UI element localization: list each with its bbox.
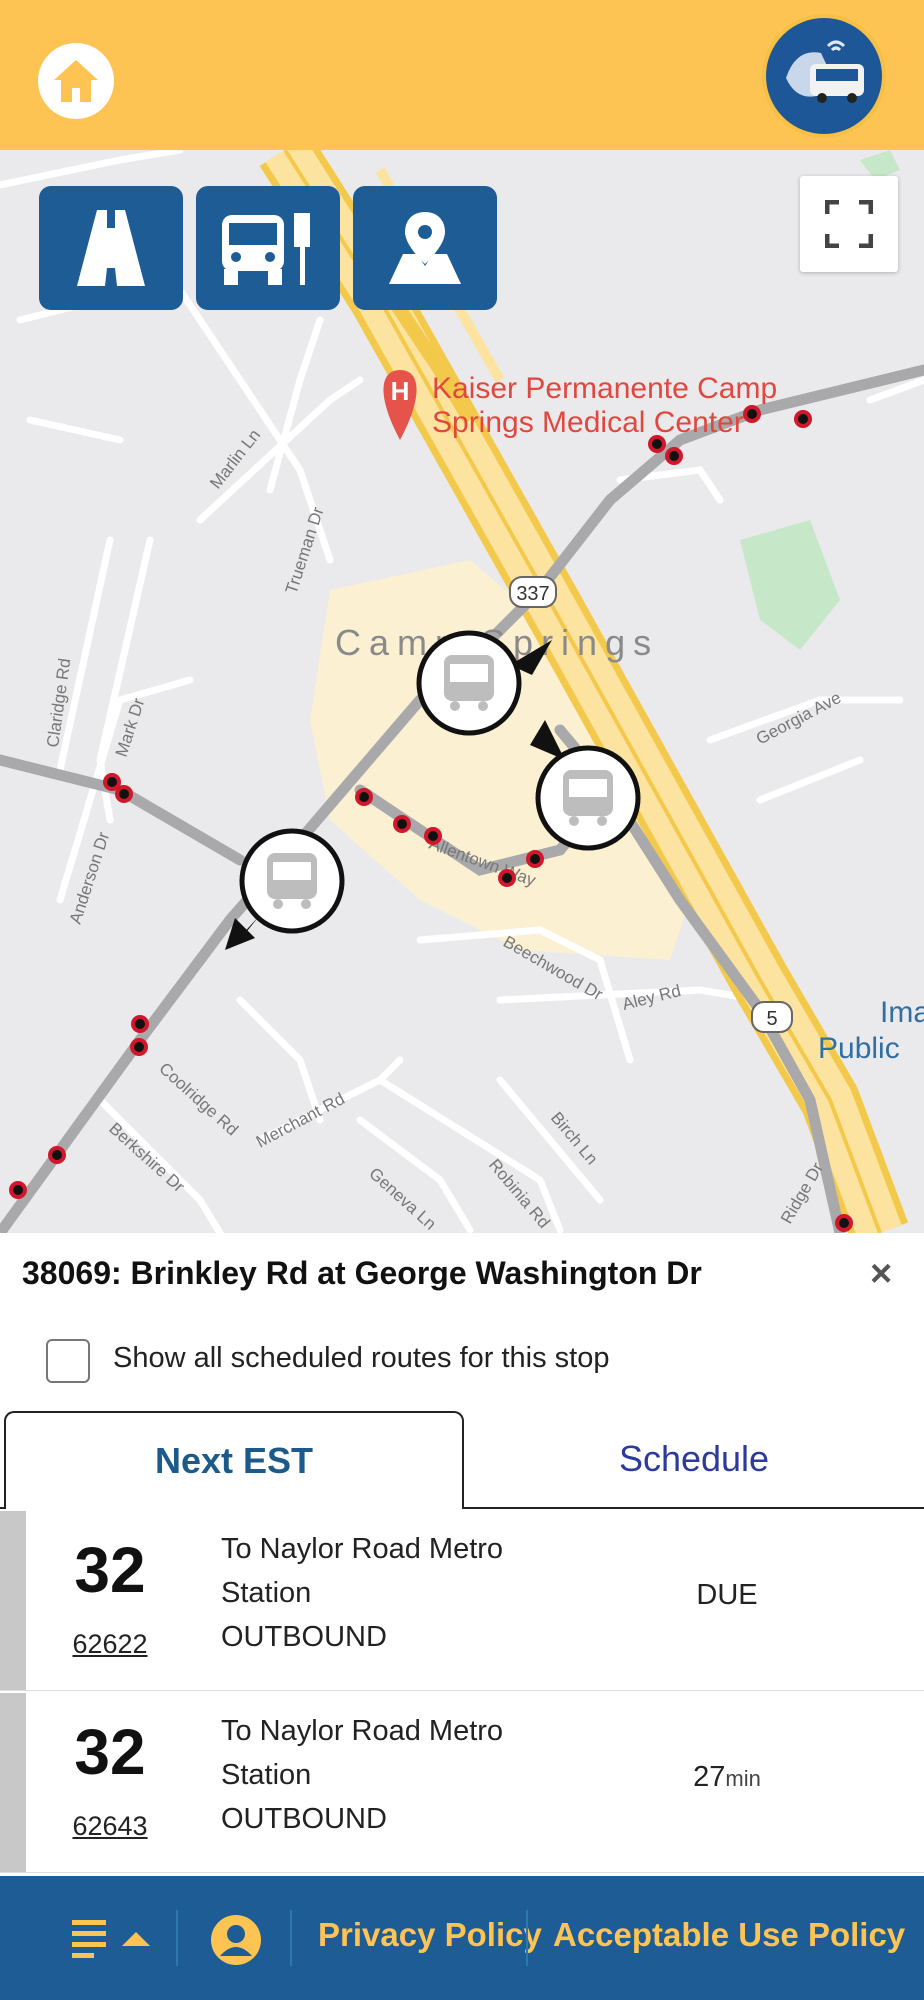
arrival-tabs: Next EST Schedule [0, 1411, 924, 1509]
svg-text:Anderson Dr: Anderson Dr [66, 829, 114, 926]
layer-road-button[interactable] [39, 186, 183, 310]
route-shield-5: 5 [751, 1001, 793, 1033]
footer-divider [290, 1910, 292, 1966]
arrival-row[interactable]: 32 62643 To Naylor Road Metro Station OU… [0, 1693, 924, 1873]
stop-panel: 38069: Brinkley Rd at George Washington … [0, 1233, 924, 1876]
route-number: 32 [74, 1716, 146, 1788]
svg-text:Ridge Dr: Ridge Dr [777, 1159, 827, 1227]
layer-map-marker-button[interactable] [353, 186, 497, 310]
svg-text:Birch Ln: Birch Ln [547, 1108, 602, 1168]
map-canvas[interactable]: 337 5 H Kaiser Permanente Camp Springs M… [0, 150, 924, 1233]
destination-line1: To Naylor Road Metro [221, 1533, 504, 1565]
eta: DUE [627, 1579, 827, 1612]
destination: To Naylor Road Metro Station OUTBOUND [221, 1709, 601, 1841]
county-logo[interactable] [762, 14, 886, 138]
poi-label-line2: Springs Medical Center [432, 406, 744, 439]
svg-text:H: H [391, 376, 410, 406]
eta: 27min [627, 1761, 827, 1794]
home-icon [54, 60, 98, 102]
svg-text:Aley Rd: Aley Rd [620, 981, 682, 1014]
footer-divider [176, 1910, 178, 1966]
svg-text:Trueman Dr: Trueman Dr [282, 504, 328, 596]
close-panel-button[interactable]: × [870, 1253, 892, 1296]
show-all-routes-checkbox[interactable] [46, 1339, 90, 1383]
bus-stop-icon [222, 213, 310, 285]
svg-text:Coolridge Rd: Coolridge Rd [155, 1059, 241, 1140]
user-icon [211, 1915, 261, 1965]
route-number: 32 [74, 1534, 146, 1606]
show-all-routes-label[interactable]: Show all scheduled routes for this stop [113, 1342, 610, 1375]
route-color-bar [0, 1693, 26, 1872]
stop-title: 38069: Brinkley Rd at George Washington … [22, 1255, 702, 1291]
ima-label: Ima [880, 996, 924, 1029]
menu-button[interactable] [70, 1914, 154, 1964]
bus-logo-icon [768, 20, 880, 132]
destination: To Naylor Road Metro Station OUTBOUND [221, 1527, 601, 1659]
svg-text:Merchant Rd: Merchant Rd [253, 1089, 348, 1151]
svg-text:5: 5 [766, 1008, 777, 1030]
menu-icon [72, 1920, 106, 1958]
eta-value: DUE [696, 1579, 758, 1611]
map-marker-icon [389, 212, 461, 284]
poi-label-line1: Kaiser Permanente Camp [432, 372, 777, 405]
bus-vehicle-marker[interactable] [225, 828, 345, 950]
svg-text:Marlin Ln: Marlin Ln [206, 426, 264, 493]
acceptable-use-policy-link[interactable]: Acceptable Use Policy [553, 1916, 905, 1954]
app-footer: Privacy Policy Acceptable Use Policy [0, 1876, 924, 2000]
chevron-up-icon [122, 1932, 150, 1946]
arrival-row[interactable]: 32 62622 To Naylor Road Metro Station OU… [0, 1511, 924, 1691]
route-map[interactable]: 337 5 H Kaiser Permanente Camp Springs M… [0, 150, 924, 1233]
fullscreen-button[interactable] [800, 176, 898, 272]
layer-bus-stop-button[interactable] [196, 186, 340, 310]
eta-unit: min [725, 1766, 761, 1791]
destination-line1: To Naylor Road Metro [221, 1715, 504, 1747]
tab-next-est[interactable]: Next EST [4, 1411, 464, 1509]
privacy-policy-link[interactable]: Privacy Policy [318, 1916, 542, 1954]
tab-schedule[interactable]: Schedule [464, 1411, 924, 1507]
destination-line2: Station [221, 1759, 312, 1791]
road-icon [77, 210, 145, 286]
app-header [0, 0, 924, 150]
destination-line2: Station [221, 1577, 312, 1609]
public-label: Public [818, 1032, 900, 1065]
vehicle-id-link[interactable]: 62643 [40, 1811, 180, 1842]
footer-divider [526, 1910, 528, 1966]
eta-value: 27 [693, 1761, 726, 1793]
route-color-bar [0, 1511, 26, 1690]
fullscreen-icon [825, 200, 873, 248]
home-button[interactable] [38, 43, 114, 119]
direction: OUTBOUND [221, 1803, 387, 1835]
vehicle-id-link[interactable]: 62622 [40, 1629, 180, 1660]
svg-text:Berkshire Dr: Berkshire Dr [105, 1119, 188, 1197]
svg-text:337: 337 [516, 583, 549, 605]
route-shield-337: 337 [509, 576, 557, 608]
direction: OUTBOUND [221, 1621, 387, 1653]
account-button[interactable] [210, 1914, 262, 1966]
